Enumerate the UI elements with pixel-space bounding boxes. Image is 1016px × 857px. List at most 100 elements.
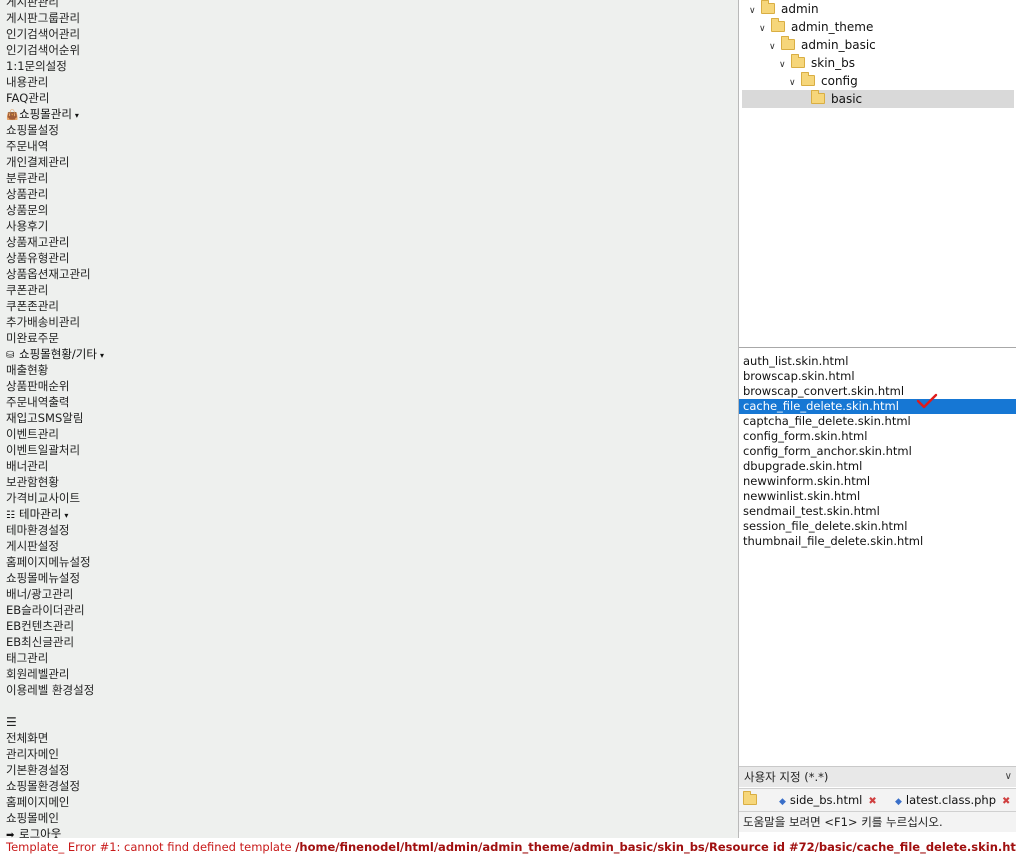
menu-item[interactable]: 상품유형관리 [6, 250, 104, 266]
file-list-item[interactable]: sendmail_test.skin.html [739, 504, 1016, 519]
menu-item[interactable]: EB최신글관리 [6, 634, 104, 650]
tab-latest-class[interactable]: ◆ latest.class.php ✖ [895, 789, 1010, 811]
menu-item[interactable]: FAQ관리 [6, 90, 104, 106]
menu-item[interactable]: 게시판설정 [6, 538, 104, 554]
menu-section-7[interactable]: 👜쇼핑몰관리 ▾ [6, 106, 104, 122]
tree-node-2[interactable]: ∨ admin_basic [739, 36, 876, 54]
tree-node-label: admin_basic [801, 38, 876, 52]
menu-item[interactable]: 상품문의 [6, 202, 104, 218]
hamburger-icon[interactable]: ☰ [6, 714, 104, 730]
menu-item[interactable]: 상품옵션재고관리 [6, 266, 104, 282]
menu-item[interactable]: 미완료주문 [6, 330, 104, 346]
file-list-item[interactable]: config_form.skin.html [739, 429, 1016, 444]
menu-item[interactable]: 쿠폰관리 [6, 282, 104, 298]
menu-section-22[interactable]: ⛁ 쇼핑몰현황/기타 ▾ [6, 346, 104, 362]
menu-item[interactable]: 배너관리 [6, 458, 104, 474]
file-list-item[interactable]: auth_list.skin.html [739, 354, 1016, 369]
tree-node-0[interactable]: ∨ admin [739, 0, 819, 18]
file-list-item[interactable]: captcha_file_delete.skin.html [739, 414, 1016, 429]
error-prefix: Template_ Error #1: cannot find defined … [6, 840, 292, 854]
menu-item[interactable]: 개인결제관리 [6, 154, 104, 170]
menu-item[interactable]: 재입고SMS알림 [6, 410, 104, 426]
tab-label: side_bs.html [789, 793, 863, 807]
tab-label: latest.class.php [905, 793, 996, 807]
file-list[interactable]: auth_list.skin.html browscap.skin.html bro… [739, 354, 1016, 549]
chevron-down-icon[interactable]: ∨ [1005, 767, 1012, 787]
menu-item[interactable]: 인기검색어관리 [6, 26, 104, 42]
menu-item[interactable]: 주문내역 [6, 138, 104, 154]
menu-item[interactable]: 매출현황 [6, 362, 104, 378]
menu-item[interactable]: 상품판매순위 [6, 378, 104, 394]
file-list-item[interactable]: newwinlist.skin.html [739, 489, 1016, 504]
menu-section-label: 쇼핑몰현황/기타 [19, 347, 97, 361]
folder-icon [811, 90, 825, 104]
file-list-item[interactable]: session_file_delete.skin.html [739, 519, 1016, 534]
caret-down-icon: ▾ [64, 511, 69, 520]
menu-item[interactable]: 홈페이지메인 [6, 794, 104, 810]
menu-item[interactable]: 주문내역출력 [6, 394, 104, 410]
menu-item[interactable]: 홈페이지메뉴설정 [6, 554, 104, 570]
menu-spacer [6, 698, 104, 714]
menu-item[interactable]: 쇼핑몰메인 [6, 810, 104, 826]
menu-item[interactable]: 게시판관리 [6, 0, 104, 10]
menu-item[interactable]: 쿠폰존관리 [6, 298, 104, 314]
menu-item[interactable]: 배너/광고관리 [6, 586, 104, 602]
menu-item[interactable]: 관리자메인 [6, 746, 104, 762]
menu-item[interactable]: EB슬라이더관리 [6, 602, 104, 618]
menu-item[interactable]: 추가배송비관리 [6, 314, 104, 330]
logout-icon: ➡ [6, 830, 15, 838]
file-list-item[interactable]: thumbnail_file_delete.skin.html [739, 534, 1016, 549]
menu-item[interactable]: 테마환경설정 [6, 522, 104, 538]
menu-section-32[interactable]: ☷ 테마관리 ▾ [6, 506, 104, 522]
menu-section-label: 테마관리 [19, 507, 62, 521]
menu-item[interactable]: 상품재고관리 [6, 234, 104, 250]
check-mark-annotation [916, 393, 938, 409]
menu-item[interactable]: 사용후기 [6, 218, 104, 234]
menu-item[interactable]: 쇼핑몰메뉴설정 [6, 570, 104, 586]
menu-item[interactable]: 회원레벨관리 [6, 666, 104, 682]
menu-item[interactable]: 1:1문의설정 [6, 58, 104, 74]
close-icon[interactable]: ✖ [1002, 796, 1010, 807]
tree-node-1[interactable]: ∨ admin_theme [739, 18, 873, 36]
close-icon[interactable]: ✖ [868, 796, 876, 807]
caret-down-icon: ▾ [74, 111, 79, 120]
tree-node-label: admin [781, 2, 819, 16]
tree-node-5[interactable]: basic [742, 90, 1014, 108]
menu-item[interactable]: EB컨텐츠관리 [6, 618, 104, 634]
tree-node-label: config [821, 74, 858, 88]
folder-icon [781, 36, 795, 50]
menu-item[interactable]: 상품관리 [6, 186, 104, 202]
menu-item[interactable]: 쇼핑몰설정 [6, 122, 104, 138]
menu-item[interactable]: 기본환경설정 [6, 762, 104, 778]
file-list-item[interactable]: newwinform.skin.html [739, 474, 1016, 489]
menu-item[interactable]: 태그관리 [6, 650, 104, 666]
menu-item[interactable]: 이용레벨 환경설정 [6, 682, 104, 698]
menu-item[interactable]: 이벤트관리 [6, 426, 104, 442]
menu-item[interactable]: 가격비교사이트 [6, 490, 104, 506]
admin-menu-list: 게시판관리 게시판그룹관리 인기검색어관리 인기검색어순위 1:1문의설정 내용관리 FAQ… [6, 0, 104, 838]
tree-node-label: basic [831, 92, 863, 106]
file-list-item[interactable]: browscap_convert.skin.html [739, 384, 1016, 399]
menu-item[interactable]: 분류관리 [6, 170, 104, 186]
file-list-item[interactable]: dbupgrade.skin.html [739, 459, 1016, 474]
admin-menu-pane: 게시판관리 게시판그룹관리 인기검색어관리 인기검색어순위 1:1문의설정 내용관리 FAQ… [0, 0, 738, 838]
tab-side-bs[interactable]: ◆ side_bs.html ✖ [779, 789, 877, 811]
file-type-filter[interactable]: 사용자 지정 (*.*) ∨ [739, 766, 1016, 787]
tree-node-4[interactable]: ∨ config [739, 72, 858, 90]
menu-item[interactable]: 보관함현황 [6, 474, 104, 490]
menu-section-51[interactable]: ➡ 로그아웃 [6, 826, 104, 838]
template-error-message: Template_ Error #1: cannot find defined … [0, 838, 1016, 857]
folder-icon[interactable] [743, 791, 757, 805]
menu-item[interactable]: 전체화면 [6, 730, 104, 746]
menu-item[interactable]: 쇼핑몰환경설정 [6, 778, 104, 794]
menu-item[interactable]: 이벤트일괄처리 [6, 442, 104, 458]
menu-item[interactable]: 게시판그룹관리 [6, 10, 104, 26]
file-list-item[interactable]: browscap.skin.html [739, 369, 1016, 384]
file-list-item[interactable]: config_form_anchor.skin.html [739, 444, 1016, 459]
file-list-item[interactable]: cache_file_delete.skin.html [739, 399, 1016, 414]
folder-icon [771, 18, 785, 32]
tree-node-3[interactable]: ∨ skin_bs [739, 54, 855, 72]
menu-item[interactable]: 내용관리 [6, 74, 104, 90]
folder-tree[interactable]: ∨ admin ∨ admin_theme ∨ admin_basic ∨ skin_bs ∨ c… [739, 0, 1016, 348]
menu-item[interactable]: 인기검색어순위 [6, 42, 104, 58]
